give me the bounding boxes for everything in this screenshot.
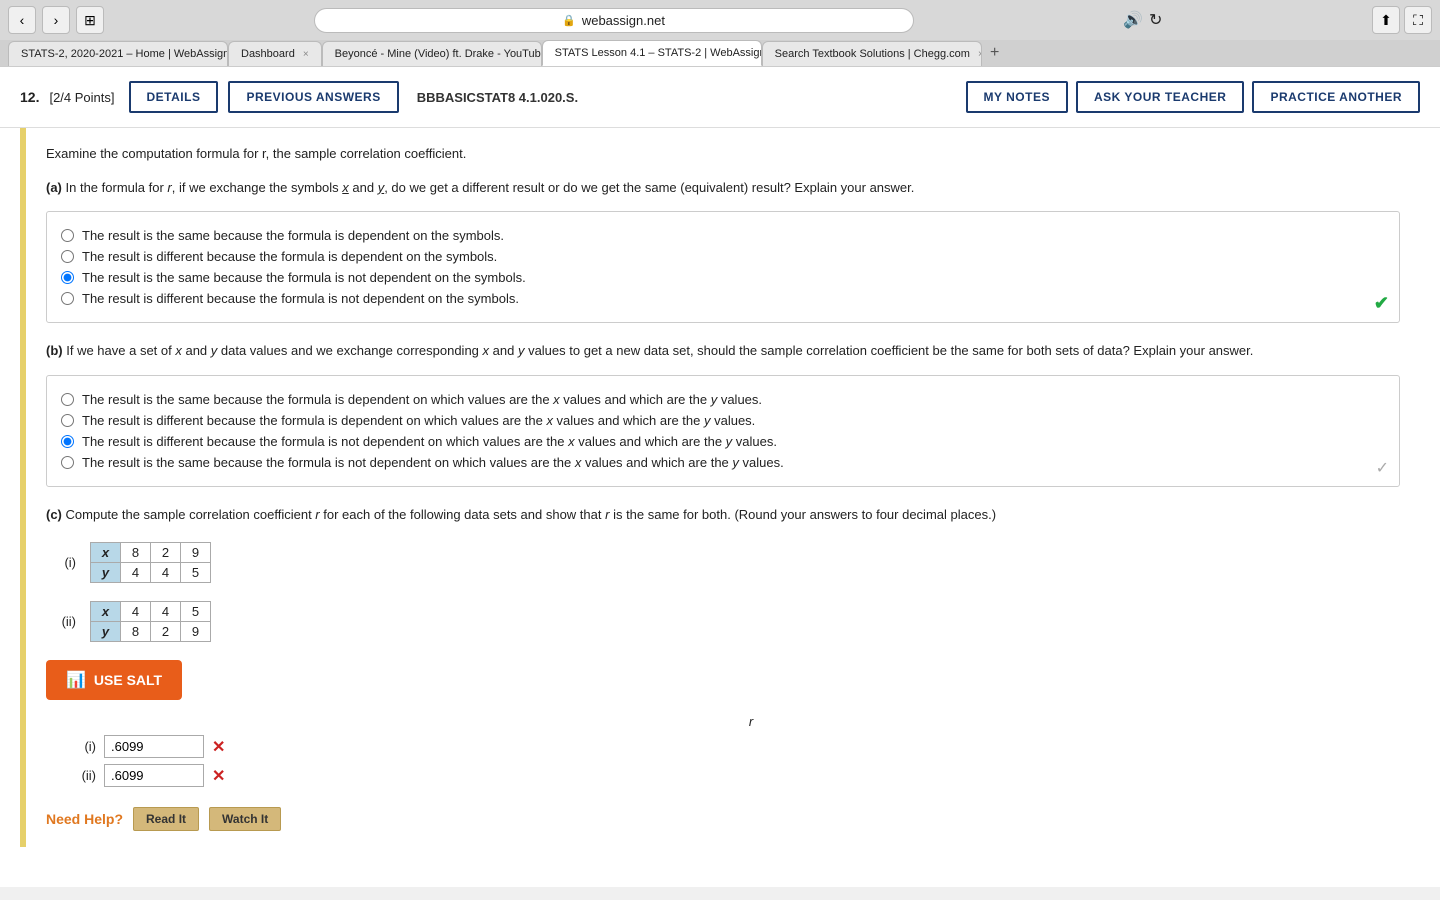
dataset-ii-y-label: y — [91, 622, 121, 642]
answer-row-i: (i) ✕ — [46, 735, 1400, 758]
part-a-text: (a) In the formula for r, if we exchange… — [46, 178, 1400, 198]
use-salt-button[interactable]: 📊 USE SALT — [46, 660, 182, 700]
previous-answers-button[interactable]: PREVIOUS ANSWERS — [228, 81, 398, 113]
lock-icon: 🔒 — [562, 14, 576, 27]
details-button[interactable]: DETAILS — [129, 81, 219, 113]
dataset-i-label: (i) — [46, 555, 76, 570]
dataset-i-section: (i) x 8 2 9 y 4 4 5 — [46, 542, 1400, 583]
dataset-ii-y-val-1: 8 — [121, 622, 151, 642]
dataset-i-x-val-2: 2 — [151, 543, 181, 563]
practice-another-button[interactable]: PRACTICE ANOTHER — [1252, 81, 1420, 113]
problem-code: BBBASICSTAT8 4.1.020.S. — [417, 90, 578, 105]
part-a-option-4[interactable]: The result is different because the form… — [61, 291, 1385, 306]
dataset-ii-x-label: x — [91, 602, 121, 622]
dataset-i-y-val-1: 4 — [121, 563, 151, 583]
address-text: webassign.net — [582, 13, 665, 28]
browser-toolbar: ‹ › ⊞ 🔒 webassign.net 🔊 ↻ ⬆ ⛶ — [0, 0, 1440, 40]
back-button[interactable]: ‹ — [8, 6, 36, 34]
tab-webassign-active[interactable]: STATS Lesson 4.1 – STATS-2 | WebAssign × — [542, 40, 762, 66]
part-a-options: The result is the same because the formu… — [46, 211, 1400, 323]
part-b-option-2[interactable]: The result is different because the form… — [61, 413, 1385, 428]
dataset-ii-y-val-3: 9 — [181, 622, 211, 642]
part-b-checkmark: ✓ — [1376, 458, 1389, 478]
dataset-i-y-label: y — [91, 563, 121, 583]
part-a-option-2[interactable]: The result is different because the form… — [61, 249, 1385, 264]
need-help-section: Need Help? Read It Watch It — [46, 807, 1400, 831]
dataset-i-wrapper: (i) x 8 2 9 y 4 4 5 — [46, 542, 1400, 583]
answer-ii-input[interactable] — [104, 764, 204, 787]
tab-label-chegg: Search Textbook Solutions | Chegg.com — [775, 48, 970, 60]
dataset-ii-x-val-2: 4 — [151, 602, 181, 622]
fullscreen-button[interactable]: ⛶ — [1404, 6, 1432, 34]
grid-button[interactable]: ⊞ — [76, 6, 104, 34]
part-b-option-4[interactable]: The result is the same because the formu… — [61, 455, 1385, 470]
part-b-text: (b) If we have a set of x and y data val… — [46, 341, 1400, 361]
new-tab-button[interactable]: + — [982, 40, 1008, 66]
dataset-i-y-val-3: 5 — [181, 563, 211, 583]
dataset-ii-wrapper: (ii) x 4 4 5 y 8 2 9 — [46, 601, 1400, 642]
dataset-ii-section: (ii) x 4 4 5 y 8 2 9 — [46, 601, 1400, 642]
share-button[interactable]: ⬆ — [1372, 6, 1400, 34]
part-a-checkmark: ✔ — [1374, 293, 1389, 314]
browser-tabs: STATS-2, 2020-2021 – Home | WebAssign × … — [0, 40, 1440, 66]
tab-label-youtube: Beyoncé - Mine (Video) ft. Drake - YouTu… — [335, 48, 542, 60]
tab-dashboard[interactable]: Dashboard × — [228, 41, 322, 66]
answer-row-ii: (ii) ✕ — [46, 764, 1400, 787]
header-buttons-right: MY NOTES ASK YOUR TEACHER PRACTICE ANOTH… — [966, 81, 1421, 113]
dataset-i-y-val-2: 4 — [151, 563, 181, 583]
tab-stats-home[interactable]: STATS-2, 2020-2021 – Home | WebAssign × — [8, 41, 228, 66]
part-b-option-1[interactable]: The result is the same because the formu… — [61, 392, 1385, 407]
salt-icon: 📊 — [66, 670, 86, 690]
answer-section: r (i) ✕ (ii) ✕ — [46, 714, 1400, 787]
question-header: 12. [2/4 Points] DETAILS PREVIOUS ANSWER… — [0, 67, 1440, 128]
answer-i-label: (i) — [46, 739, 96, 754]
question-number: 12. — [20, 89, 39, 105]
dataset-ii-y-val-2: 2 — [151, 622, 181, 642]
dataset-ii-x-val-3: 5 — [181, 602, 211, 622]
part-c-text: (c) Compute the sample correlation coeff… — [46, 505, 1400, 525]
dataset-ii-label: (ii) — [46, 614, 76, 629]
need-help-label: Need Help? — [46, 811, 123, 827]
dataset-i-table: x 8 2 9 y 4 4 5 — [90, 542, 211, 583]
dataset-ii-table: x 4 4 5 y 8 2 9 — [90, 601, 211, 642]
part-a-option-3[interactable]: The result is the same because the formu… — [61, 270, 1385, 285]
use-salt-label: USE SALT — [94, 672, 162, 688]
answer-i-input[interactable] — [104, 735, 204, 758]
tab-youtube[interactable]: Beyoncé - Mine (Video) ft. Drake - YouTu… — [322, 41, 542, 66]
address-bar[interactable]: 🔒 webassign.net — [314, 8, 914, 33]
question-intro: Examine the computation formula for r, t… — [46, 144, 1400, 164]
part-a-option-1[interactable]: The result is the same because the formu… — [61, 228, 1385, 243]
points-badge: [2/4 Points] — [49, 90, 114, 105]
tab-label-stats-home: STATS-2, 2020-2021 – Home | WebAssign — [21, 48, 228, 60]
read-it-button[interactable]: Read It — [133, 807, 199, 831]
my-notes-button[interactable]: MY NOTES — [966, 81, 1068, 113]
question-body: Examine the computation formula for r, t… — [20, 128, 1420, 847]
tab-label-dashboard: Dashboard — [241, 48, 295, 60]
dataset-i-x-val-1: 8 — [121, 543, 151, 563]
browser-chrome: ‹ › ⊞ 🔒 webassign.net 🔊 ↻ ⬆ ⛶ STATS-2, 2… — [0, 0, 1440, 67]
part-b-option-3[interactable]: The result is different because the form… — [61, 434, 1385, 449]
dataset-i-x-label: x — [91, 543, 121, 563]
refresh-icon[interactable]: ↻ — [1149, 10, 1162, 30]
tab-label-webassign: STATS Lesson 4.1 – STATS-2 | WebAssign — [555, 47, 762, 59]
dataset-ii-x-val-1: 4 — [121, 602, 151, 622]
sound-icon: 🔊 — [1123, 10, 1143, 30]
answer-ii-label: (ii) — [46, 768, 96, 783]
ask-teacher-button[interactable]: ASK YOUR TEACHER — [1076, 81, 1244, 113]
answer-ii-wrong-icon: ✕ — [212, 766, 225, 786]
tab-chegg[interactable]: Search Textbook Solutions | Chegg.com × — [762, 41, 982, 66]
answer-i-wrong-icon: ✕ — [212, 737, 225, 757]
forward-button[interactable]: › — [42, 6, 70, 34]
watch-it-button[interactable]: Watch It — [209, 807, 281, 831]
part-b-options: The result is the same because the formu… — [46, 375, 1400, 487]
dataset-i-x-val-3: 9 — [181, 543, 211, 563]
r-column-label: r — [102, 714, 1400, 729]
tab-close-dashboard[interactable]: × — [303, 49, 309, 60]
page-content: 12. [2/4 Points] DETAILS PREVIOUS ANSWER… — [0, 67, 1440, 887]
browser-actions: ⬆ ⛶ — [1372, 6, 1432, 34]
